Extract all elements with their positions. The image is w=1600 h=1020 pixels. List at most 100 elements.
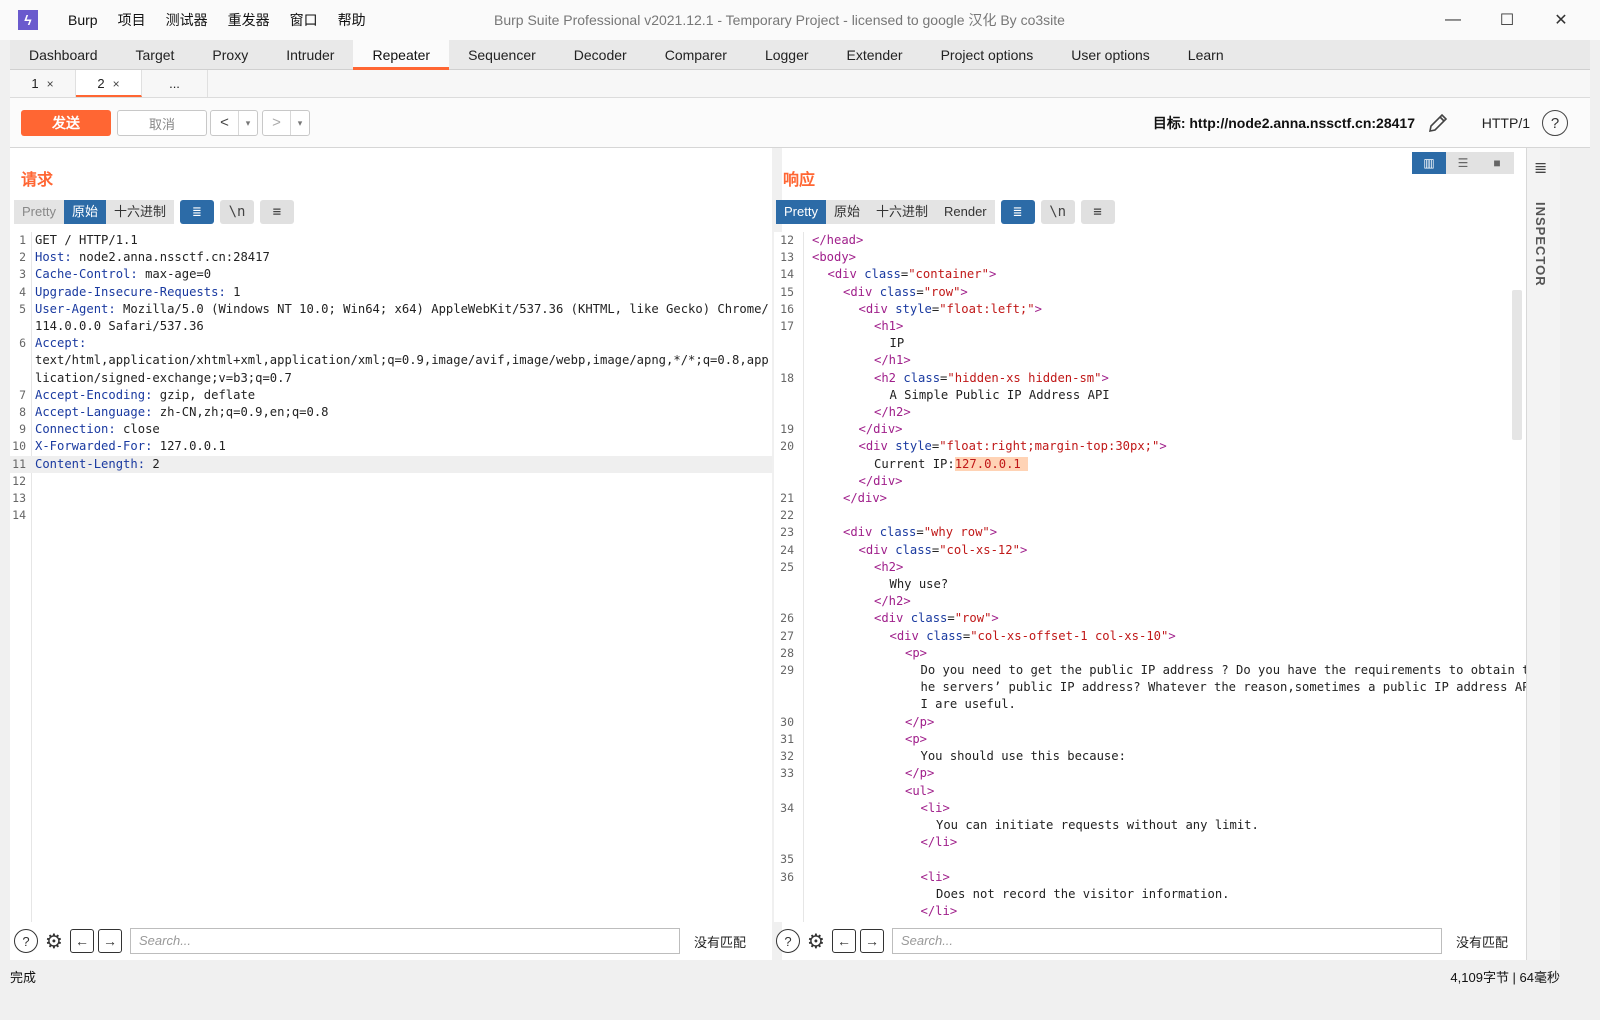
new-tab-button[interactable]: ...	[142, 70, 208, 97]
pencil-icon[interactable]	[1426, 111, 1450, 135]
chevron-down-icon[interactable]: ▾	[291, 118, 309, 129]
response-line: <ul>	[774, 783, 1532, 800]
close-button[interactable]: ✕	[1534, 0, 1588, 40]
tab-learn[interactable]: Learn	[1169, 40, 1243, 69]
header-value: zh-CN,zh;q=0.9,en;q=0.8	[152, 405, 329, 420]
line-text	[804, 851, 1532, 868]
close-tab-icon[interactable]: ×	[113, 77, 120, 91]
tab-intruder[interactable]: Intruder	[267, 40, 353, 69]
code-token: "col-xs-offset-1 col-xs-10"	[970, 628, 1169, 643]
prev-match-icon[interactable]: ←	[70, 929, 94, 953]
menu-help[interactable]: 帮助	[328, 0, 376, 40]
line-number: 3	[19, 267, 26, 282]
left-edge	[0, 0, 10, 1020]
tab-pretty[interactable]: Pretty	[776, 200, 826, 224]
tab-raw[interactable]: 原始	[63, 200, 106, 224]
maximize-button[interactable]: ☐	[1480, 0, 1534, 40]
chevron-down-icon[interactable]: ▾	[239, 118, 257, 129]
tab-proxy[interactable]: Proxy	[193, 40, 267, 69]
next-match-icon[interactable]: →	[860, 929, 884, 953]
line-text: Accept-Encoding: gzip, deflate	[32, 387, 772, 404]
request-line: 12	[10, 473, 772, 490]
line-text: Upgrade-Insecure-Requests: 1	[32, 284, 772, 301]
prev-match-icon[interactable]: ←	[832, 929, 856, 953]
inspector-menu-icon[interactable]: ≣	[1534, 158, 1547, 178]
request-line: 6 Accept: text/html,application/xhtml+xml…	[10, 335, 772, 387]
request-search-input[interactable]: Search...	[130, 928, 680, 954]
response-scrollbar[interactable]	[1512, 290, 1522, 440]
close-tab-icon[interactable]: ×	[47, 77, 54, 91]
line-number: 6	[19, 336, 26, 351]
show-newlines-icon[interactable]: \n	[1040, 200, 1075, 224]
code-token: <div	[843, 284, 880, 299]
help-icon[interactable]: ?	[776, 929, 800, 953]
header-name: Accept-Encoding	[35, 387, 146, 402]
tab-target[interactable]: Target	[117, 40, 194, 69]
response-line: 17 <h1>	[774, 318, 1532, 335]
cancel-button[interactable]: 取消	[117, 110, 207, 136]
inspector-panel[interactable]: ≣ INSPECTOR	[1526, 148, 1560, 960]
send-button[interactable]: 发送	[21, 110, 111, 136]
line-text: <li>	[804, 800, 1532, 817]
tab-extender[interactable]: Extender	[828, 40, 922, 69]
tab-sequencer[interactable]: Sequencer	[449, 40, 555, 69]
tabbed-layout-icon[interactable]: ■	[1480, 152, 1514, 174]
line-number: 32	[780, 749, 794, 764]
history-forward-button[interactable]: > ▾	[262, 110, 310, 136]
response-line: 28 <p>	[774, 645, 1532, 662]
help-icon[interactable]: ?	[14, 929, 38, 953]
line-number: 13	[12, 491, 26, 506]
history-back-button[interactable]: < ▾	[210, 110, 258, 136]
line-number: 35	[780, 852, 794, 867]
tab-logger[interactable]: Logger	[746, 40, 828, 69]
tab-render[interactable]: Render	[936, 200, 995, 224]
menu-icon[interactable]: ≡	[260, 200, 294, 224]
burp-window: ϟ Burp 项目 测试器 重发器 窗口 帮助 Burp Suite Profe…	[0, 0, 1600, 1020]
http-version-selector[interactable]: HTTP/1	[1482, 98, 1530, 148]
response-search-input[interactable]: Search...	[892, 928, 1442, 954]
repeater-tab-2[interactable]: 2 ×	[76, 70, 142, 97]
menu-repeater[interactable]: 重发器	[218, 0, 280, 40]
line-number: 26	[780, 611, 794, 626]
code-token: </head>	[812, 233, 864, 247]
minimize-button[interactable]: —	[1426, 0, 1480, 40]
repeater-tab-1[interactable]: 1 ×	[10, 70, 76, 97]
line-text: Host: node2.anna.nssctf.cn:28417	[32, 249, 772, 266]
line-number: 14	[12, 508, 26, 523]
response-view-tabs: Pretty 原始 十六进制 Render ≣ \n ≡	[776, 200, 1115, 224]
response-editor[interactable]: 12 </head> 13 <body> 14 <div class="container…	[774, 232, 1532, 922]
stacked-layout-icon[interactable]: ☰	[1446, 152, 1480, 174]
tab-dashboard[interactable]: Dashboard	[10, 40, 117, 69]
tab-comparer[interactable]: Comparer	[646, 40, 746, 69]
header-colon: :	[64, 250, 72, 265]
line-text: <div class="row">	[804, 284, 1532, 301]
help-icon[interactable]: ?	[1542, 110, 1568, 136]
menu-window[interactable]: 窗口	[280, 0, 328, 40]
show-newlines-icon[interactable]: \n	[220, 200, 254, 224]
wrap-lines-icon[interactable]: ≣	[1000, 200, 1035, 224]
tab-repeater[interactable]: Repeater	[353, 40, 450, 70]
side-by-side-layout-icon[interactable]: ▥	[1412, 152, 1446, 174]
tab-pretty[interactable]: Pretty	[14, 200, 64, 224]
menu-icon[interactable]: ≡	[1080, 200, 1115, 224]
menu-burp[interactable]: Burp	[58, 0, 108, 40]
menu-intruder[interactable]: 测试器	[156, 0, 218, 40]
wrap-lines-icon[interactable]: ≣	[180, 200, 214, 224]
target-label: 目标: http://node2.anna.nssctf.cn:28417	[1152, 115, 1415, 131]
line-text: </p>	[804, 765, 1532, 782]
tab-user-options[interactable]: User options	[1052, 40, 1169, 69]
header-name: Host	[35, 250, 65, 265]
inspector-label[interactable]: INSPECTOR	[1533, 202, 1548, 287]
request-editor[interactable]: 1 GET / HTTP/1.1 2 Host: node2.anna.nssctf.…	[10, 232, 772, 922]
tab-hex[interactable]: 十六进制	[105, 200, 174, 224]
code-token: >	[1019, 542, 1028, 557]
gear-icon[interactable]: ⚙	[42, 929, 66, 953]
tab-project-options[interactable]: Project options	[922, 40, 1053, 69]
next-match-icon[interactable]: →	[98, 929, 122, 953]
gear-icon[interactable]: ⚙	[804, 929, 828, 953]
tab-hex[interactable]: 十六进制	[867, 200, 936, 224]
menu-project[interactable]: 项目	[108, 0, 156, 40]
code-token: >	[991, 611, 999, 626]
tab-decoder[interactable]: Decoder	[555, 40, 646, 69]
tab-raw[interactable]: 原始	[825, 200, 868, 224]
